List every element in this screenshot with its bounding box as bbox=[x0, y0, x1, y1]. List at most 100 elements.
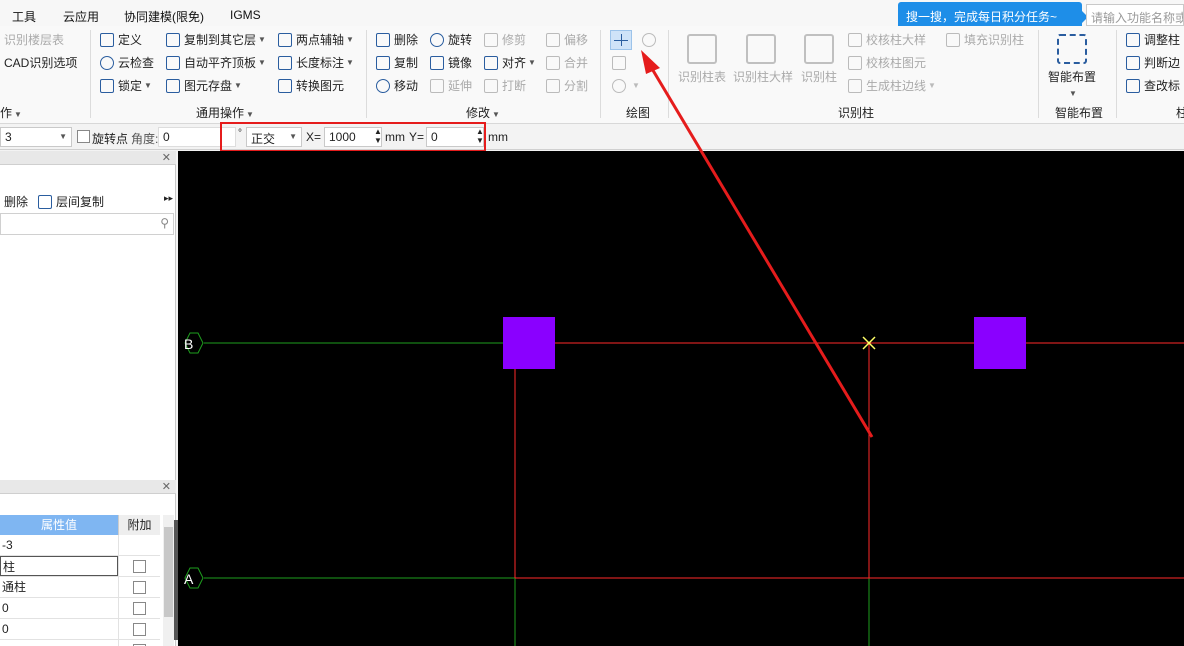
rotate-point-label: 旋转点 bbox=[92, 132, 129, 146]
move-button[interactable]: 移动 bbox=[376, 76, 418, 96]
add-checkbox[interactable] bbox=[133, 581, 146, 594]
more-icon[interactable]: ▸▸ bbox=[164, 193, 173, 204]
break-icon bbox=[484, 79, 498, 93]
split-button[interactable]: 分割 bbox=[546, 76, 588, 96]
menu-tools[interactable]: 工具 bbox=[12, 8, 36, 25]
trim-button[interactable]: 修剪 bbox=[484, 30, 526, 50]
cad-recognize-options-button[interactable]: CAD识别选项 bbox=[4, 53, 77, 73]
component-search-input[interactable]: ⚲ bbox=[0, 213, 174, 235]
ribbon-divider bbox=[1116, 30, 1117, 118]
column-table-icon bbox=[687, 34, 717, 64]
dimension-icon bbox=[278, 56, 292, 70]
length-dimension-button[interactable]: 长度标注 ▼ bbox=[278, 53, 354, 73]
rotate-point-checkbox[interactable] bbox=[77, 130, 90, 143]
column-element[interactable] bbox=[503, 317, 555, 369]
add-checkbox[interactable] bbox=[133, 560, 146, 573]
copy-button[interactable]: 复制 bbox=[376, 53, 418, 73]
menu-igms[interactable]: IGMS bbox=[230, 8, 261, 22]
copy-floor-icon bbox=[166, 33, 180, 47]
offset-button[interactable]: 偏移 bbox=[546, 30, 588, 50]
smart-layout-icon bbox=[1057, 34, 1087, 64]
table-row[interactable]: -3 bbox=[0, 535, 160, 556]
rotate-point-draw-button[interactable] bbox=[642, 30, 660, 50]
recognize-column-table-button[interactable]: 识别柱表 bbox=[674, 30, 730, 96]
drawing-canvas[interactable]: B A bbox=[178, 151, 1184, 646]
ribbon-divider bbox=[90, 30, 91, 118]
arc-draw-button[interactable]: ▼ bbox=[612, 76, 640, 96]
merge-button[interactable]: 合并 bbox=[546, 53, 588, 73]
group-label-modify[interactable]: 修改 ▼ bbox=[466, 104, 500, 121]
rotate-button[interactable]: 旋转 bbox=[430, 30, 472, 50]
group-label-general[interactable]: 通用操作 ▼ bbox=[196, 104, 254, 121]
check-column-element-button[interactable]: 校核柱图元 bbox=[848, 53, 926, 73]
recognize-column-detail-button[interactable]: 识别柱大样 bbox=[733, 30, 793, 96]
group-label-1[interactable]: 作 ▼ bbox=[0, 104, 22, 121]
prop-value[interactable]: 0 bbox=[0, 619, 118, 639]
menu-collab-modeling[interactable]: 协同建模(限免) bbox=[124, 8, 204, 25]
define-button[interactable]: 定义 bbox=[100, 30, 142, 50]
element-type-select[interactable]: 3 ▼ bbox=[0, 127, 72, 147]
auto-align-top-button[interactable]: 自动平齐顶板 ▼ bbox=[166, 53, 266, 73]
extend-button[interactable]: 延伸 bbox=[430, 76, 472, 96]
cloud-icon bbox=[100, 56, 114, 70]
copy-to-other-floor-button[interactable]: 复制到其它层 ▼ bbox=[166, 30, 266, 50]
scroll-thumb[interactable] bbox=[164, 527, 173, 617]
delete-component-button[interactable]: 删除 bbox=[4, 193, 28, 210]
function-search-input[interactable]: 请输入功能名称或 bbox=[1086, 4, 1184, 26]
arc-icon bbox=[612, 79, 626, 93]
point-draw-button[interactable] bbox=[610, 30, 632, 50]
convert-element-button[interactable]: 转换图元 bbox=[278, 76, 344, 96]
prop-value[interactable]: 柱 bbox=[0, 556, 118, 576]
prop-value[interactable] bbox=[0, 640, 118, 646]
trim-icon bbox=[484, 33, 498, 47]
table-row[interactable] bbox=[0, 640, 160, 646]
prop-value[interactable]: -3 bbox=[0, 535, 118, 555]
col-header-value: 属性值 bbox=[0, 515, 118, 535]
align-button[interactable]: 对齐 ▼ bbox=[484, 53, 536, 73]
adjust-column-button[interactable]: 调整柱 bbox=[1126, 30, 1180, 50]
generate-column-edge-button[interactable]: 生成柱边线 ▼ bbox=[848, 76, 936, 96]
extend-icon bbox=[430, 79, 444, 93]
add-checkbox[interactable] bbox=[133, 602, 146, 615]
judge-edge-button[interactable]: 判断边 bbox=[1126, 53, 1180, 73]
table-row[interactable]: 通柱 bbox=[0, 577, 160, 598]
copy-icon bbox=[376, 56, 390, 70]
modify-label-button[interactable]: 查改标 bbox=[1126, 76, 1180, 96]
table-row[interactable]: 0 bbox=[0, 619, 160, 640]
close-icon[interactable]: ✕ bbox=[162, 480, 171, 493]
properties-header: ✕ bbox=[0, 480, 176, 494]
rotate-icon bbox=[430, 33, 444, 47]
check-column-detail-button[interactable]: 校核柱大样 bbox=[848, 30, 926, 50]
search-icon: ⚲ bbox=[160, 216, 169, 230]
table-row[interactable]: 柱 bbox=[0, 556, 160, 577]
delete-button[interactable]: 删除 bbox=[376, 30, 418, 50]
save-elements-button[interactable]: 图元存盘 ▼ bbox=[166, 76, 242, 96]
smart-layout-button[interactable]: 智能布置 ▼ bbox=[1043, 30, 1101, 98]
ortho-mode-select[interactable]: 正交 ▼ bbox=[246, 127, 302, 147]
move-icon bbox=[376, 79, 390, 93]
column-element[interactable] bbox=[974, 317, 1026, 369]
y-stepper[interactable]: ▲ ▼ bbox=[476, 127, 484, 145]
prop-value[interactable]: 通柱 bbox=[0, 577, 118, 597]
mirror-button[interactable]: 镜像 bbox=[430, 53, 472, 73]
fill-recognize-column-button[interactable]: 填充识别柱 bbox=[946, 30, 1024, 50]
close-icon[interactable]: ✕ bbox=[162, 151, 171, 164]
lock-button[interactable]: 锁定 ▼ bbox=[100, 76, 152, 96]
add-checkbox[interactable] bbox=[133, 623, 146, 636]
two-point-axis-button[interactable]: 两点辅轴 ▼ bbox=[278, 30, 354, 50]
cloud-check-button[interactable]: 云检查 bbox=[100, 53, 154, 73]
ribbon-divider bbox=[366, 30, 367, 118]
y-label: Y= bbox=[409, 130, 425, 144]
line-draw-button[interactable] bbox=[612, 53, 630, 73]
properties-scrollbar[interactable] bbox=[163, 515, 174, 646]
recognize-column-button[interactable]: 识别柱 bbox=[794, 30, 844, 96]
floor-copy-button[interactable]: 层间复制 bbox=[38, 193, 104, 210]
table-row[interactable]: 0 bbox=[0, 598, 160, 619]
menu-cloud-apps[interactable]: 云应用 bbox=[63, 8, 99, 25]
x-stepper[interactable]: ▲ ▼ bbox=[374, 127, 382, 145]
angle-input[interactable]: 0 bbox=[158, 127, 236, 147]
recognize-floor-table-button[interactable]: 识别楼层表 bbox=[4, 30, 64, 50]
copy-icon bbox=[38, 194, 52, 209]
break-button[interactable]: 打断 bbox=[484, 76, 526, 96]
prop-value[interactable]: 0 bbox=[0, 598, 118, 618]
